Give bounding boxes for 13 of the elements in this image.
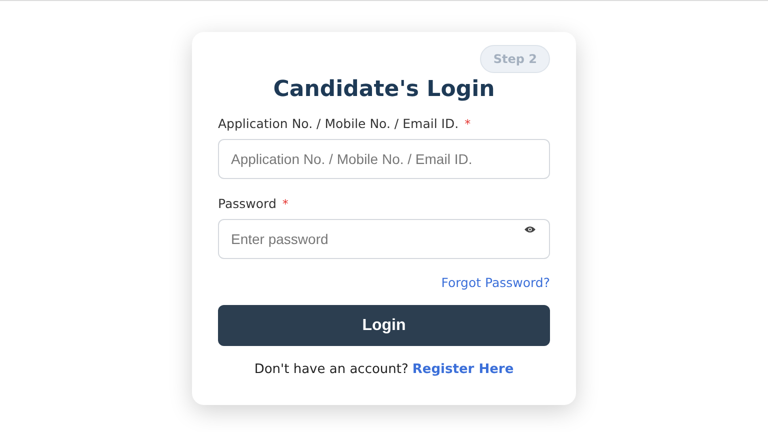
field-label: Password bbox=[218, 194, 276, 213]
password-field[interactable]: Enter password bbox=[218, 218, 550, 258]
required-mark: * bbox=[464, 116, 471, 133]
register-link[interactable]: Register Here bbox=[412, 360, 514, 380]
step-badge: Step 2 bbox=[480, 45, 550, 73]
login-button[interactable]: Login bbox=[218, 305, 550, 346]
input-field[interactable]: Application No. / Mobile No. / Email ID. bbox=[218, 138, 550, 179]
field-label: Application No. / Mobile No. / Email ID. bbox=[218, 115, 459, 133]
eye-icon[interactable] bbox=[524, 224, 536, 234]
register-prompt: Don't have an account? bbox=[254, 361, 408, 380]
login-title: Candidate's Login bbox=[272, 76, 496, 104]
required-mark: * bbox=[282, 196, 288, 213]
forgot-password-link[interactable]: Forgot Password? bbox=[441, 274, 550, 292]
